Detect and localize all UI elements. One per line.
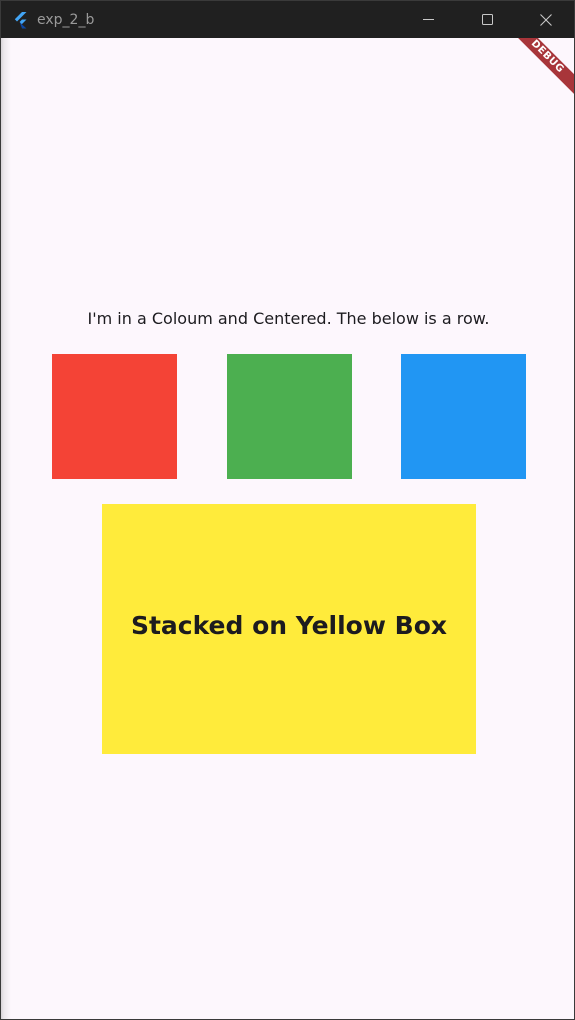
green-box	[227, 354, 352, 479]
stacked-label: Stacked on Yellow Box	[130, 611, 448, 640]
yellow-box: Stacked on Yellow Box	[102, 504, 476, 754]
column-caption: I'm in a Coloum and Centered. The below …	[87, 309, 490, 328]
window-edge-shadow	[1, 38, 11, 1019]
title-bar[interactable]: exp_2_b	[1, 1, 574, 38]
maximize-button[interactable]	[457, 1, 515, 38]
minimize-button[interactable]	[399, 1, 457, 38]
red-box	[52, 354, 177, 479]
window-title: exp_2_b	[37, 12, 95, 28]
flutter-logo-icon	[12, 11, 30, 29]
debug-banner: DEBUG	[499, 38, 574, 105]
blue-box	[401, 354, 526, 479]
app-content: DEBUG I'm in a Coloum and Centered. The …	[1, 38, 574, 1019]
app-window: exp_2_b DEBUG I'm in a Coloum and Center…	[0, 0, 575, 1020]
close-button[interactable]	[516, 1, 574, 38]
